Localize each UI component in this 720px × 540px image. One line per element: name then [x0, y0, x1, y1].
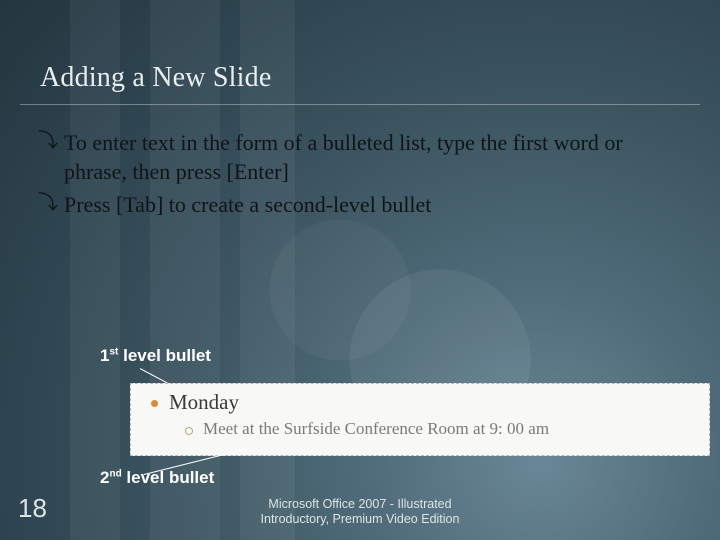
- footer-line2: Introductory, Premium Video Edition: [0, 512, 720, 528]
- callout-suffix: nd: [109, 468, 121, 479]
- footer-text: Microsoft Office 2007 - Illustrated Intr…: [0, 497, 720, 528]
- bullet-item: ⤵ To enter text in the form of a bullete…: [38, 128, 690, 186]
- bullet-glyph-icon: ⤵: [38, 190, 58, 219]
- callout-rest: level bullet: [118, 346, 211, 365]
- bullet-item: ⤵ Press [Tab] to create a second-level b…: [38, 190, 690, 219]
- example-textbox: Monday Meet at the Surfside Conference R…: [130, 383, 710, 456]
- callout-first-level: 1st level bullet: [100, 346, 211, 366]
- example-level1-text: Monday: [169, 390, 239, 415]
- example-level1-row: Monday: [151, 390, 699, 415]
- title-underline: [20, 104, 700, 105]
- bullet-glyph-icon: ⤵: [38, 128, 58, 186]
- bullet-dot-icon: [151, 400, 158, 407]
- bullet-circle-icon: [185, 427, 193, 435]
- slide: Adding a New Slide ⤵ To enter text in th…: [0, 0, 720, 540]
- callout-rest: level bullet: [122, 468, 215, 487]
- bullet-text: Press [Tab] to create a second-level bul…: [64, 190, 690, 219]
- bullet-text: To enter text in the form of a bulleted …: [64, 128, 690, 186]
- example-level2-row: Meet at the Surfside Conference Room at …: [185, 419, 699, 439]
- footer-line1: Microsoft Office 2007 - Illustrated: [0, 497, 720, 513]
- slide-title: Adding a New Slide: [40, 62, 271, 94]
- example-level2-text: Meet at the Surfside Conference Room at …: [203, 419, 549, 439]
- body-bullet-list: ⤵ To enter text in the form of a bullete…: [38, 128, 690, 223]
